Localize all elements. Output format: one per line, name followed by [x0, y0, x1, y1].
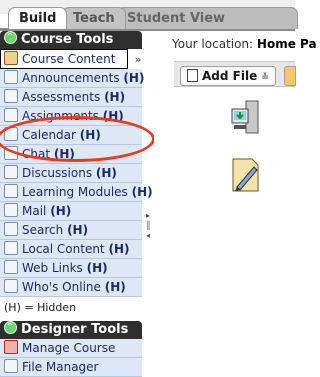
arrow-right-icon: ▸: [146, 211, 151, 220]
sidebar-item-label: Who's Online: [22, 280, 101, 294]
collapse-icon[interactable]: [4, 29, 17, 47]
home-icon: [4, 51, 18, 65]
manage-course-icon: [4, 340, 18, 354]
hidden-marker: (H): [67, 223, 89, 237]
local-content-icon: [4, 241, 18, 255]
hidden-marker: (H): [123, 71, 145, 85]
hidden-legend: (H) = Hidden: [4, 301, 77, 314]
server-icon[interactable]: [230, 99, 260, 135]
hidden-marker: (H): [104, 90, 126, 104]
sidebar-item-chat[interactable]: Chat (H): [0, 145, 142, 164]
breadcrumb-current[interactable]: Home Pa: [257, 37, 317, 51]
sidebar-item-local-content[interactable]: Local Content (H): [0, 240, 142, 259]
tab-teach[interactable]: Teach: [62, 7, 126, 29]
sidebar-item-label: File Manager: [22, 360, 99, 374]
hidden-marker: (H): [104, 280, 126, 294]
sidebar-item-whos-online[interactable]: Who's Online (H): [0, 278, 142, 297]
breadcrumb-prefix: Your location:: [172, 37, 254, 51]
mail-icon: [4, 203, 18, 217]
content-toolbar: Add File ≚: [174, 61, 296, 87]
sidebar-item-discussions[interactable]: Discussions (H): [0, 164, 142, 183]
designer-tools-header[interactable]: Designer Tools: [0, 319, 142, 339]
arrow-left-icon: ◂: [146, 231, 151, 240]
collapse-icon[interactable]: [4, 319, 17, 337]
sidebar-item-label: Search: [22, 223, 64, 237]
sidebar-item-mail[interactable]: Mail (H): [0, 202, 142, 221]
course-tools-header[interactable]: Course Tools: [0, 29, 142, 49]
tab-student-view[interactable]: Student View: [116, 7, 298, 29]
whos-online-icon: [4, 279, 18, 293]
sidebar-item-learning-modules[interactable]: Learning Modules (H): [0, 183, 153, 202]
learning-modules-icon: [4, 184, 18, 198]
hidden-marker: (H): [131, 185, 153, 199]
sidebar-item-web-links[interactable]: Web Links (H): [0, 259, 142, 278]
designer-tools-title: Designer Tools: [21, 322, 129, 337]
discussion-icon: [4, 165, 18, 179]
mode-tabs: Build Teach Student View: [0, 7, 298, 29]
web-links-icon: [4, 260, 18, 274]
sidebar-item-calendar[interactable]: Calendar (H): [0, 126, 142, 145]
assignment-icon: [4, 108, 18, 122]
sidebar-item-label: Mail: [22, 204, 47, 218]
sidebar-item-file-manager[interactable]: File Manager: [0, 358, 142, 377]
tab-build[interactable]: Build: [8, 7, 68, 29]
breadcrumb: Your location: Home Pa: [172, 37, 317, 51]
calendar-icon: [4, 127, 18, 141]
sidebar-item-label: Assignments: [22, 109, 99, 123]
add-file-button[interactable]: Add File ≚: [180, 66, 276, 86]
course-tools-title: Course Tools: [21, 32, 114, 47]
hidden-marker: (H): [86, 261, 108, 275]
sidebar-item-label: Learning Modules: [22, 185, 128, 199]
hidden-marker: (H): [53, 147, 75, 161]
add-file-label: Add File: [202, 69, 258, 83]
sidebar-item-label: Manage Course: [22, 341, 116, 355]
main-content: Your location: Home Pa Add File ≚: [154, 31, 317, 358]
sidebar-item-label: Web Links: [22, 261, 83, 275]
edit-pencil-icon[interactable]: [230, 157, 260, 193]
sidebar-item-label: Chat: [22, 147, 51, 161]
course-content-select[interactable]: Course Content: [0, 49, 128, 69]
sidebar-item-label: Announcements: [22, 71, 120, 85]
sidebar-item-assignments[interactable]: Assignments (H): [0, 107, 142, 126]
course-content-label: Course Content: [22, 52, 116, 66]
search-icon: [4, 222, 18, 236]
folder-button[interactable]: [284, 66, 296, 86]
hidden-marker: (H): [50, 204, 72, 218]
announcement-icon: [4, 70, 18, 84]
sidebar-item-label: Local Content: [22, 242, 105, 256]
sidebar-item-label: Calendar: [22, 128, 76, 142]
drag-grip-icon: ║: [146, 221, 151, 230]
hidden-marker: (H): [102, 109, 124, 123]
sidebar-collapse-handle[interactable]: ▸ ║ ◂: [146, 211, 152, 243]
sidebar-item-label: Assessments: [22, 90, 101, 104]
sidebar-item-search[interactable]: Search (H): [0, 221, 142, 240]
hidden-marker: (H): [95, 166, 117, 180]
chevron-down-icon[interactable]: »: [130, 51, 146, 69]
sidebar-item-label: Discussions: [22, 166, 93, 180]
sidebar-item-announcements[interactable]: Announcements (H): [0, 69, 145, 88]
sidebar-item-assessments[interactable]: Assessments (H): [0, 88, 142, 107]
sidebar: Course Tools Course Content » Announceme…: [0, 29, 155, 377]
file-manager-icon: [4, 359, 18, 373]
sidebar-item-manage-course[interactable]: Manage Course: [0, 339, 142, 358]
chat-icon: [4, 146, 18, 160]
assessment-icon: [4, 89, 18, 103]
hidden-marker: (H): [79, 128, 101, 142]
dropdown-arrow-icon: ≚: [261, 73, 269, 83]
hidden-marker: (H): [108, 242, 130, 256]
file-icon: [187, 69, 198, 82]
